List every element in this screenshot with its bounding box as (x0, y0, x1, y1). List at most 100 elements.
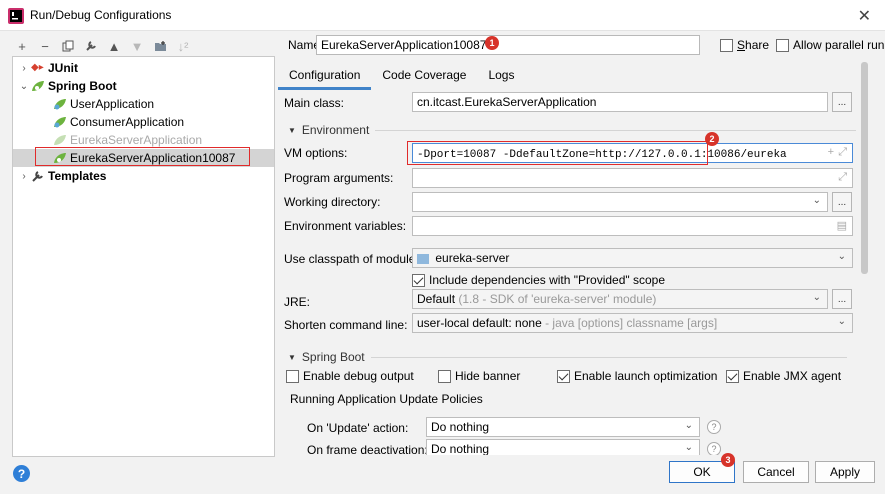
spring-boot-icon (32, 81, 44, 91)
launch-optimization-checkbox[interactable] (557, 369, 570, 383)
on-frame-deactivation-select[interactable]: Do nothing ⌄ (426, 439, 700, 455)
program-arguments-input[interactable]: ⤢ (412, 168, 853, 188)
share-checkbox[interactable] (720, 38, 733, 52)
move-up-icon[interactable]: ▲ (104, 36, 124, 56)
enable-debug-output-option[interactable]: Enable debug output (286, 369, 414, 383)
main-class-input[interactable]: cn.itcast.EurekaServerApplication (412, 92, 828, 112)
main-class-browse-button[interactable]: ... (832, 92, 852, 112)
enable-debug-output-checkbox[interactable] (286, 369, 299, 383)
copy-icon[interactable] (58, 36, 78, 56)
classpath-label: Use classpath of module: (284, 252, 419, 266)
shorten-command-line-select[interactable]: user-local default: none - java [options… (412, 313, 853, 333)
tree-item-consumer-application[interactable]: ConsumerApplication (53, 113, 184, 131)
vm-options-input[interactable]: -Dport=10087 -DdefaultZone=http://127.0.… (412, 143, 853, 163)
working-directory-browse-button[interactable]: ... (832, 192, 852, 212)
intellij-app-icon (8, 8, 24, 24)
spring-boot-icon (54, 135, 66, 145)
remove-icon[interactable]: − (35, 36, 55, 56)
enable-debug-output-label: Enable debug output (303, 369, 414, 383)
wrench-icon[interactable] (81, 36, 101, 56)
chevron-right-icon[interactable]: › (17, 63, 31, 74)
jre-browse-button[interactable]: ... (832, 289, 852, 309)
title-bar: Run/Debug Configurations ✕ (0, 0, 885, 31)
sort-icon[interactable]: ↓² (173, 36, 193, 56)
tree-item-eureka-server-application[interactable]: EurekaServerApplication (53, 131, 202, 149)
tree-item-junit[interactable]: › ◆▸ JUnit (17, 59, 78, 77)
scrollbar-thumb[interactable] (861, 62, 868, 274)
add-icon[interactable]: + (828, 146, 834, 158)
include-dependencies-checkbox[interactable] (412, 273, 425, 287)
launch-optimization-option[interactable]: Enable launch optimization (557, 369, 717, 383)
environment-section[interactable]: ▼ Environment (288, 123, 856, 137)
tree-item-user-application[interactable]: UserApplication (53, 95, 154, 113)
allow-parallel-run-label: Allow parallel run (793, 38, 885, 52)
close-icon[interactable]: ✕ (858, 6, 871, 26)
tree-item-spring-boot[interactable]: ⌄ Spring Boot (17, 77, 117, 95)
callout-badge-1: 1 (485, 36, 499, 50)
spring-boot-section[interactable]: ▼ Spring Boot (288, 350, 847, 364)
classpath-module-value: eureka-server (435, 251, 510, 265)
expand-icon[interactable]: ⤢ (838, 146, 847, 159)
share-label: Share (737, 38, 769, 52)
vm-options-label: VM options: (284, 146, 348, 160)
chevron-down-icon: ⌄ (837, 251, 846, 262)
jre-select[interactable]: Default (1.8 - SDK of 'eureka-server' mo… (412, 289, 828, 309)
tab-configuration[interactable]: Configuration (278, 60, 372, 90)
jre-label: JRE: (284, 295, 311, 309)
chevron-down-icon[interactable]: ⌄ (17, 81, 31, 92)
vertical-scrollbar[interactable] (860, 62, 869, 455)
chevron-down-icon: ⌄ (684, 442, 693, 453)
update-policies-header: Running Application Update Policies (290, 392, 483, 406)
environment-variables-label: Environment variables: (284, 219, 407, 233)
working-directory-input[interactable]: ⌄ (412, 192, 828, 212)
callout-badge-3: 3 (721, 453, 735, 467)
environment-variables-input[interactable]: ▤ (412, 216, 853, 236)
jmx-agent-checkbox[interactable] (726, 369, 739, 383)
chevron-right-icon[interactable]: › (17, 171, 31, 182)
launch-optimization-label: Enable launch optimization (574, 369, 718, 383)
tree-item-eureka-server-application-10087[interactable]: EurekaServerApplication10087 (13, 149, 274, 167)
include-dependencies-label: Include dependencies with "Provided" sco… (429, 273, 666, 287)
spring-boot-icon (54, 153, 66, 163)
add-icon[interactable]: + (12, 36, 32, 56)
help-circle-icon[interactable]: ? (707, 420, 721, 434)
config-toolbar: + − ▲ ▼ ↓² (12, 36, 196, 56)
section-divider (370, 356, 847, 358)
expand-icon[interactable]: ⤢ (838, 171, 847, 184)
allow-parallel-run-checkbox[interactable] (776, 38, 790, 52)
module-folder-icon (417, 253, 429, 264)
tree-item-templates[interactable]: › Templates (17, 167, 106, 185)
tab-bar: Configuration Code Coverage Logs (278, 60, 525, 90)
on-update-select[interactable]: Do nothing ⌄ (426, 417, 700, 437)
apply-button[interactable]: Apply (815, 461, 875, 483)
collapse-arrow-icon: ▼ (288, 125, 296, 135)
help-circle-icon[interactable]: ? (707, 442, 721, 455)
main-class-label: Main class: (284, 96, 345, 110)
folder-icon[interactable] (150, 36, 170, 56)
edit-list-icon[interactable]: ▤ (837, 219, 847, 232)
section-divider (375, 129, 856, 131)
tab-code-coverage[interactable]: Code Coverage (371, 60, 477, 90)
help-icon[interactable]: ? (13, 465, 30, 482)
chevron-down-icon[interactable]: ⌄ (813, 195, 821, 206)
cancel-button[interactable]: Cancel (743, 461, 809, 483)
jmx-agent-option[interactable]: Enable JMX agent (726, 369, 841, 383)
include-dependencies-option[interactable]: Include dependencies with "Provided" sco… (412, 273, 665, 287)
shorten-value: user-local default: none (417, 316, 542, 330)
classpath-module-select[interactable]: eureka-server ⌄ (412, 248, 853, 268)
chevron-down-icon: ⌄ (812, 292, 821, 303)
program-arguments-label: Program arguments: (284, 171, 394, 185)
window-title: Run/Debug Configurations (30, 8, 172, 22)
hide-banner-option[interactable]: Hide banner (438, 369, 520, 383)
tree-label: EurekaServerApplication (70, 133, 203, 147)
move-down-icon[interactable]: ▼ (127, 36, 147, 56)
hide-banner-checkbox[interactable] (438, 369, 451, 383)
environment-header: Environment (301, 123, 370, 137)
jre-value: Default (417, 292, 456, 306)
spring-boot-icon (54, 117, 66, 128)
name-input[interactable]: EurekaServerApplication10087 (316, 35, 700, 55)
tree-label-templates: Templates (48, 169, 107, 183)
tab-logs[interactable]: Logs (477, 60, 525, 90)
wrench-icon (32, 171, 43, 182)
hide-banner-label: Hide banner (455, 369, 521, 383)
